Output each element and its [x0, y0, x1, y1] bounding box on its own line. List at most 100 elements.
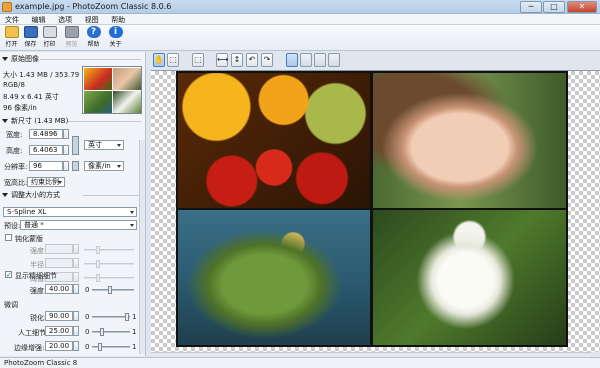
preset-dropdown[interactable]: 普通 *	[20, 220, 137, 230]
divider	[68, 121, 141, 122]
folder-icon	[4, 26, 19, 38]
fine-detail-checkbox[interactable]: ✓	[5, 271, 12, 279]
divider	[40, 59, 141, 60]
slider-thumb[interactable]	[98, 343, 102, 351]
maximize-button[interactable]: □	[543, 1, 565, 13]
unit-value: 英寸	[88, 141, 102, 149]
close-button[interactable]: ✕	[567, 1, 597, 13]
unsharp-threshold-slider[interactable]	[84, 274, 134, 282]
unsharp-strength-slider[interactable]	[84, 246, 134, 254]
slider-thumb[interactable]	[96, 260, 100, 268]
rotate-right-button[interactable]: ↷	[261, 53, 273, 67]
width-spinner[interactable]	[63, 129, 69, 139]
original-dimensions: 8.49 x 6.41 英寸	[3, 93, 59, 101]
help-button[interactable]: ? 帮助	[84, 26, 103, 48]
fine-strength-input[interactable]: 40.00	[45, 284, 73, 294]
menu-file[interactable]: 文件	[0, 14, 24, 25]
unsharp-radius-input[interactable]	[45, 258, 73, 268]
menu-help[interactable]: 帮助	[106, 14, 130, 25]
unsharp-strength-spinner[interactable]	[73, 244, 79, 254]
select-tool-button[interactable]: ⬚	[167, 53, 179, 67]
unsharp-radius-slider[interactable]	[84, 260, 134, 268]
original-resolution: 96 像素/in	[3, 104, 37, 112]
single-view-button[interactable]	[286, 53, 298, 67]
split-horizontal-button[interactable]	[328, 53, 340, 67]
save-icon	[23, 26, 38, 38]
preset-value: 普通 *	[24, 221, 44, 229]
unsharp-mask-checkbox[interactable]	[5, 234, 12, 241]
resolution-spinner[interactable]	[63, 161, 69, 171]
unsharp-radius-label: 半径:	[30, 261, 47, 269]
new-size-header[interactable]: 新尺寸 (1.43 MB)	[2, 116, 68, 126]
artifact-spinner[interactable]	[73, 326, 79, 336]
title-bar: example.jpg - PhotoZoom Classic 8.0.6 ─ …	[0, 0, 600, 14]
image-canvas[interactable]	[151, 70, 600, 352]
navigator-thumbnail[interactable]	[82, 66, 142, 114]
sharpen-max: 1	[132, 313, 137, 321]
about-button[interactable]: i 关于	[106, 26, 125, 48]
aspect-lock-icon[interactable]	[72, 136, 79, 155]
menu-edit[interactable]: 编辑	[27, 14, 51, 25]
edge-spinner[interactable]	[73, 341, 79, 351]
hand-tool-button[interactable]: ✋	[153, 53, 165, 67]
menu-options[interactable]: 选项	[53, 14, 77, 25]
unit-dropdown[interactable]: 英寸	[84, 140, 124, 150]
resolution-link-icon[interactable]	[72, 161, 79, 171]
split-quad-button[interactable]	[314, 53, 326, 67]
fit-width-button[interactable]: ⟷	[216, 53, 228, 67]
sharpen-slider[interactable]	[92, 313, 130, 321]
fine-strength-slider[interactable]	[92, 286, 134, 294]
chevron-down-icon	[117, 165, 121, 168]
preview-label: 预览	[65, 41, 78, 48]
open-button[interactable]: 打开	[2, 26, 21, 48]
slider-thumb[interactable]	[125, 313, 129, 321]
slider-thumb[interactable]	[108, 286, 112, 294]
minimize-button[interactable]: ─	[520, 1, 542, 13]
collapse-triangle-icon	[2, 119, 8, 123]
original-mode: RGB/8	[3, 81, 25, 89]
fine-strength-spinner[interactable]	[73, 284, 79, 294]
unsharp-strength-label: 强度:	[30, 247, 47, 255]
unsharp-strength-input[interactable]	[45, 244, 73, 254]
save-label: 保存	[24, 41, 37, 48]
resolution-input[interactable]: 96	[29, 161, 63, 171]
main-toolbar: 打开 保存 打印 预览 ? 帮助 i 关于	[0, 25, 600, 51]
unsharp-threshold-spinner[interactable]	[73, 272, 79, 282]
original-image-header[interactable]: 原始图像	[2, 54, 39, 64]
edge-input[interactable]: 20.00	[45, 341, 73, 351]
resolution-unit-dropdown[interactable]: 像素/in	[84, 161, 124, 171]
collapse-triangle-icon	[2, 57, 8, 61]
divider	[82, 195, 141, 196]
height-input[interactable]: 6.4063	[29, 145, 63, 155]
sharpen-input[interactable]: 90.00	[45, 311, 73, 321]
aspect-ratio-dropdown[interactable]: 约束比例	[27, 177, 65, 187]
sharpen-label: 锐化:	[30, 314, 47, 322]
width-label: 宽度:	[6, 131, 23, 139]
menu-view[interactable]: 视图	[80, 14, 104, 25]
artifact-slider[interactable]	[92, 328, 130, 336]
fit-height-button[interactable]: ↕	[231, 53, 243, 67]
help-label: 帮助	[87, 41, 100, 48]
preview-button[interactable]: 预览	[62, 26, 81, 48]
resolution-unit-value: 像素/in	[88, 162, 111, 170]
crop-tool-button[interactable]: ⬚	[192, 53, 204, 67]
chevron-down-icon	[58, 181, 62, 184]
slider-thumb[interactable]	[96, 246, 100, 254]
resize-method-header[interactable]: 调整大小的方式	[2, 190, 60, 200]
rotate-left-button[interactable]: ↶	[246, 53, 258, 67]
print-button[interactable]: 打印	[40, 26, 59, 48]
artifact-input[interactable]: 25.00	[45, 326, 73, 336]
slider-thumb[interactable]	[96, 274, 100, 282]
resize-method-dropdown[interactable]: S-Spline XL	[3, 207, 137, 217]
image-preview[interactable]	[176, 71, 568, 347]
edge-slider[interactable]	[92, 343, 130, 351]
sharpen-spinner[interactable]	[73, 311, 79, 321]
height-spinner[interactable]	[63, 145, 69, 155]
slider-thumb[interactable]	[100, 328, 104, 336]
unsharp-radius-spinner[interactable]	[73, 258, 79, 268]
width-input[interactable]: 8.4896	[29, 129, 63, 139]
panel-scrollbar[interactable]	[139, 140, 145, 354]
save-button[interactable]: 保存	[21, 26, 40, 48]
split-vertical-button[interactable]	[300, 53, 312, 67]
resize-method-header-label: 调整大小的方式	[11, 191, 60, 199]
